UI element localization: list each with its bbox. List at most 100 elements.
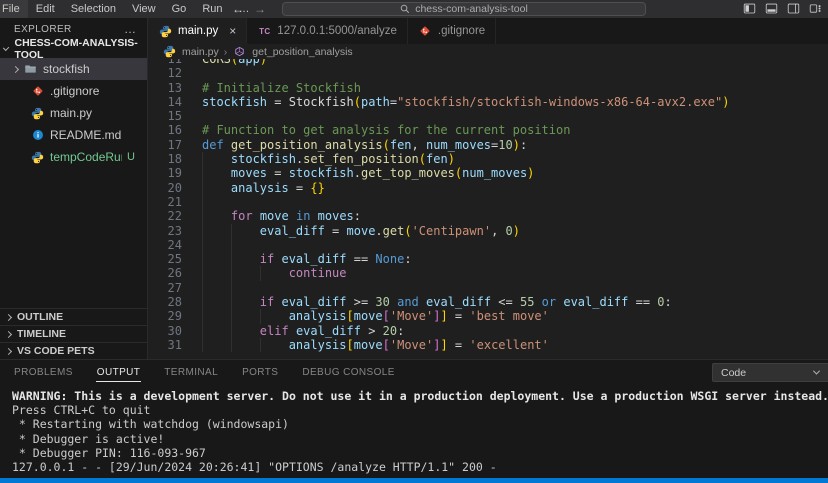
output-log[interactable]: WARNING: This is a development server. D… bbox=[0, 384, 828, 474]
search-icon bbox=[400, 4, 410, 14]
menu-run[interactable]: Run bbox=[194, 0, 230, 18]
chevron-down-icon bbox=[3, 44, 10, 51]
code-line-17[interactable]: 17def get_position_analysis(fen, num_mov… bbox=[148, 138, 828, 152]
close-tab-icon[interactable]: × bbox=[229, 24, 236, 38]
toggle-secondary-sidebar-icon[interactable] bbox=[787, 2, 800, 15]
code-line-29[interactable]: 29 analysis[move['Move']] = 'best move' bbox=[148, 309, 828, 323]
output-channel-select[interactable]: Code bbox=[712, 363, 828, 382]
file-tree-item-stockfish[interactable]: stockfish bbox=[0, 58, 147, 80]
code-line-14[interactable]: 14stockfish = Stockfish(path="stockfish/… bbox=[148, 95, 828, 109]
code-line-11[interactable]: 11CORS(app) bbox=[148, 59, 828, 66]
sidebar-section-timeline[interactable]: TIMELINE bbox=[0, 325, 147, 342]
indent-guide bbox=[202, 309, 203, 323]
file-tree-item-gitignore[interactable]: .gitignore bbox=[0, 80, 147, 102]
line-number: 11 bbox=[148, 59, 182, 66]
code-line-23[interactable]: 23 eval_diff = move.get('Centipawn', 0) bbox=[148, 224, 828, 238]
vscode-window: FileEditSelectionViewGoRun … ← → chess-co… bbox=[0, 0, 828, 483]
workspace-root-folder[interactable]: CHESS-COM-ANALYSIS-TOOL bbox=[0, 40, 147, 58]
customize-layout-icon[interactable] bbox=[809, 2, 822, 15]
line-number: 27 bbox=[148, 281, 182, 295]
code-line-24[interactable]: 24 bbox=[148, 238, 828, 252]
tc-icon: TC bbox=[257, 24, 272, 38]
tab-label: 127.0.0.1:5000/analyze bbox=[277, 25, 397, 37]
panel-tab-terminal[interactable]: TERMINAL bbox=[163, 363, 219, 382]
code-line-12[interactable]: 12 bbox=[148, 66, 828, 80]
code-line-20[interactable]: 20 analysis = {} bbox=[148, 181, 828, 195]
code-line-30[interactable]: 30 elif eval_diff > 20: bbox=[148, 324, 828, 338]
sidebar-section-vs-code-pets[interactable]: VS CODE PETS bbox=[0, 342, 147, 359]
indent-guide bbox=[260, 309, 261, 323]
line-number: 17 bbox=[148, 138, 182, 152]
tab-main-py[interactable]: main.py× bbox=[148, 18, 247, 44]
breadcrumb[interactable]: main.py › get_position_analysis bbox=[148, 44, 828, 59]
code-line-22[interactable]: 22 for move in moves: bbox=[148, 209, 828, 223]
explorer-sidebar: EXPLORER … CHESS-COM-ANALYSIS-TOOL stock… bbox=[0, 18, 148, 359]
toggle-sidebar-icon[interactable] bbox=[743, 2, 756, 15]
menu-selection[interactable]: Selection bbox=[63, 0, 124, 18]
breadcrumb-file[interactable]: main.py bbox=[182, 46, 219, 58]
panel-tab-output[interactable]: OUTPUT bbox=[96, 363, 142, 382]
file-name: README.md bbox=[50, 128, 121, 142]
panel-tab-problems[interactable]: PROBLEMS bbox=[13, 363, 74, 382]
file-tree-item-main-py[interactable]: main.py bbox=[0, 102, 147, 124]
panel-tab-debug-console[interactable]: DEBUG CONSOLE bbox=[301, 363, 395, 382]
line-number: 14 bbox=[148, 95, 182, 109]
line-number: 29 bbox=[148, 309, 182, 323]
line-content bbox=[182, 195, 209, 209]
code-line-16[interactable]: 16# Function to get analysis for the cur… bbox=[148, 123, 828, 137]
code-line-19[interactable]: 19 moves = stockfish.get_top_moves(num_m… bbox=[148, 166, 828, 180]
menu-file[interactable]: File bbox=[0, 0, 28, 18]
indent-guide bbox=[202, 338, 203, 352]
code-line-21[interactable]: 21 bbox=[148, 195, 828, 209]
output-line: Press CTRL+C to quit bbox=[12, 403, 828, 417]
forward-arrow-icon[interactable]: → bbox=[254, 2, 266, 16]
code-line-28[interactable]: 28 if eval_diff >= 30 and eval_diff <= 5… bbox=[148, 295, 828, 309]
tab-gitignore[interactable]: .gitignore bbox=[408, 18, 496, 44]
code-line-13[interactable]: 13# Initialize Stockfish bbox=[148, 81, 828, 95]
code-line-31[interactable]: 31 analysis[move['Move']] = 'excellent' bbox=[148, 338, 828, 352]
file-name: tempCodeRunner... bbox=[50, 150, 122, 164]
menu-go[interactable]: Go bbox=[164, 0, 195, 18]
command-center-search[interactable]: chess-com-analysis-tool bbox=[282, 2, 646, 16]
code-line-27[interactable]: 27 bbox=[148, 281, 828, 295]
line-number: 31 bbox=[148, 338, 182, 352]
git-icon bbox=[30, 84, 45, 98]
code-line-18[interactable]: 18 stockfish.set_fen_position(fen) bbox=[148, 152, 828, 166]
file-tree: stockfish.gitignoremain.py README.md tempC… bbox=[0, 58, 147, 168]
tab-127-0-0-1-5000-analyze[interactable]: TC 127.0.0.1:5000/analyze bbox=[247, 18, 408, 44]
chevron-right-icon bbox=[5, 330, 12, 337]
file-tree-item-tempcoderunner[interactable]: tempCodeRunner...U bbox=[0, 146, 147, 168]
line-content bbox=[182, 66, 209, 80]
menu-view[interactable]: View bbox=[124, 0, 164, 18]
explorer-more-actions-icon[interactable]: … bbox=[124, 22, 137, 36]
code-line-15[interactable]: 15 bbox=[148, 109, 828, 123]
code-line-26[interactable]: 26 continue bbox=[148, 266, 828, 280]
panel-tab-ports[interactable]: PORTS bbox=[241, 363, 279, 382]
line-number: 13 bbox=[148, 81, 182, 95]
breadcrumb-symbol[interactable]: get_position_analysis bbox=[252, 46, 352, 58]
code-line-25[interactable]: 25 if eval_diff == None: bbox=[148, 252, 828, 266]
python-icon bbox=[158, 24, 173, 38]
editor-group: main.py×TC127.0.0.1:5000/analyze.gitigno… bbox=[148, 18, 828, 359]
indent-guide bbox=[202, 238, 203, 252]
indent-guide bbox=[202, 166, 203, 180]
python-icon bbox=[162, 45, 177, 59]
line-content: analysis = {} bbox=[182, 181, 325, 195]
indent-guide bbox=[202, 224, 203, 238]
toggle-panel-icon[interactable] bbox=[765, 2, 778, 15]
indent-guide bbox=[231, 324, 232, 338]
indent-guide bbox=[231, 266, 232, 280]
menu-edit[interactable]: Edit bbox=[28, 0, 63, 18]
code-editor[interactable]: 11CORS(app)12 13# Initialize Stockfish14… bbox=[148, 59, 828, 359]
indent-guide bbox=[202, 209, 203, 223]
file-tree-item-readme-md[interactable]: README.md bbox=[0, 124, 147, 146]
nav-arrows: ← → bbox=[232, 0, 266, 18]
indent-guide bbox=[202, 181, 203, 195]
line-content: if eval_diff >= 30 and eval_diff <= 55 o… bbox=[182, 295, 672, 309]
back-arrow-icon[interactable]: ← bbox=[232, 2, 244, 16]
sidebar-section-outline[interactable]: OUTLINE bbox=[0, 308, 147, 325]
line-number: 28 bbox=[148, 295, 182, 309]
code-lines: 11CORS(app)12 13# Initialize Stockfish14… bbox=[148, 59, 828, 352]
status-bar bbox=[0, 478, 828, 483]
line-number: 22 bbox=[148, 209, 182, 223]
